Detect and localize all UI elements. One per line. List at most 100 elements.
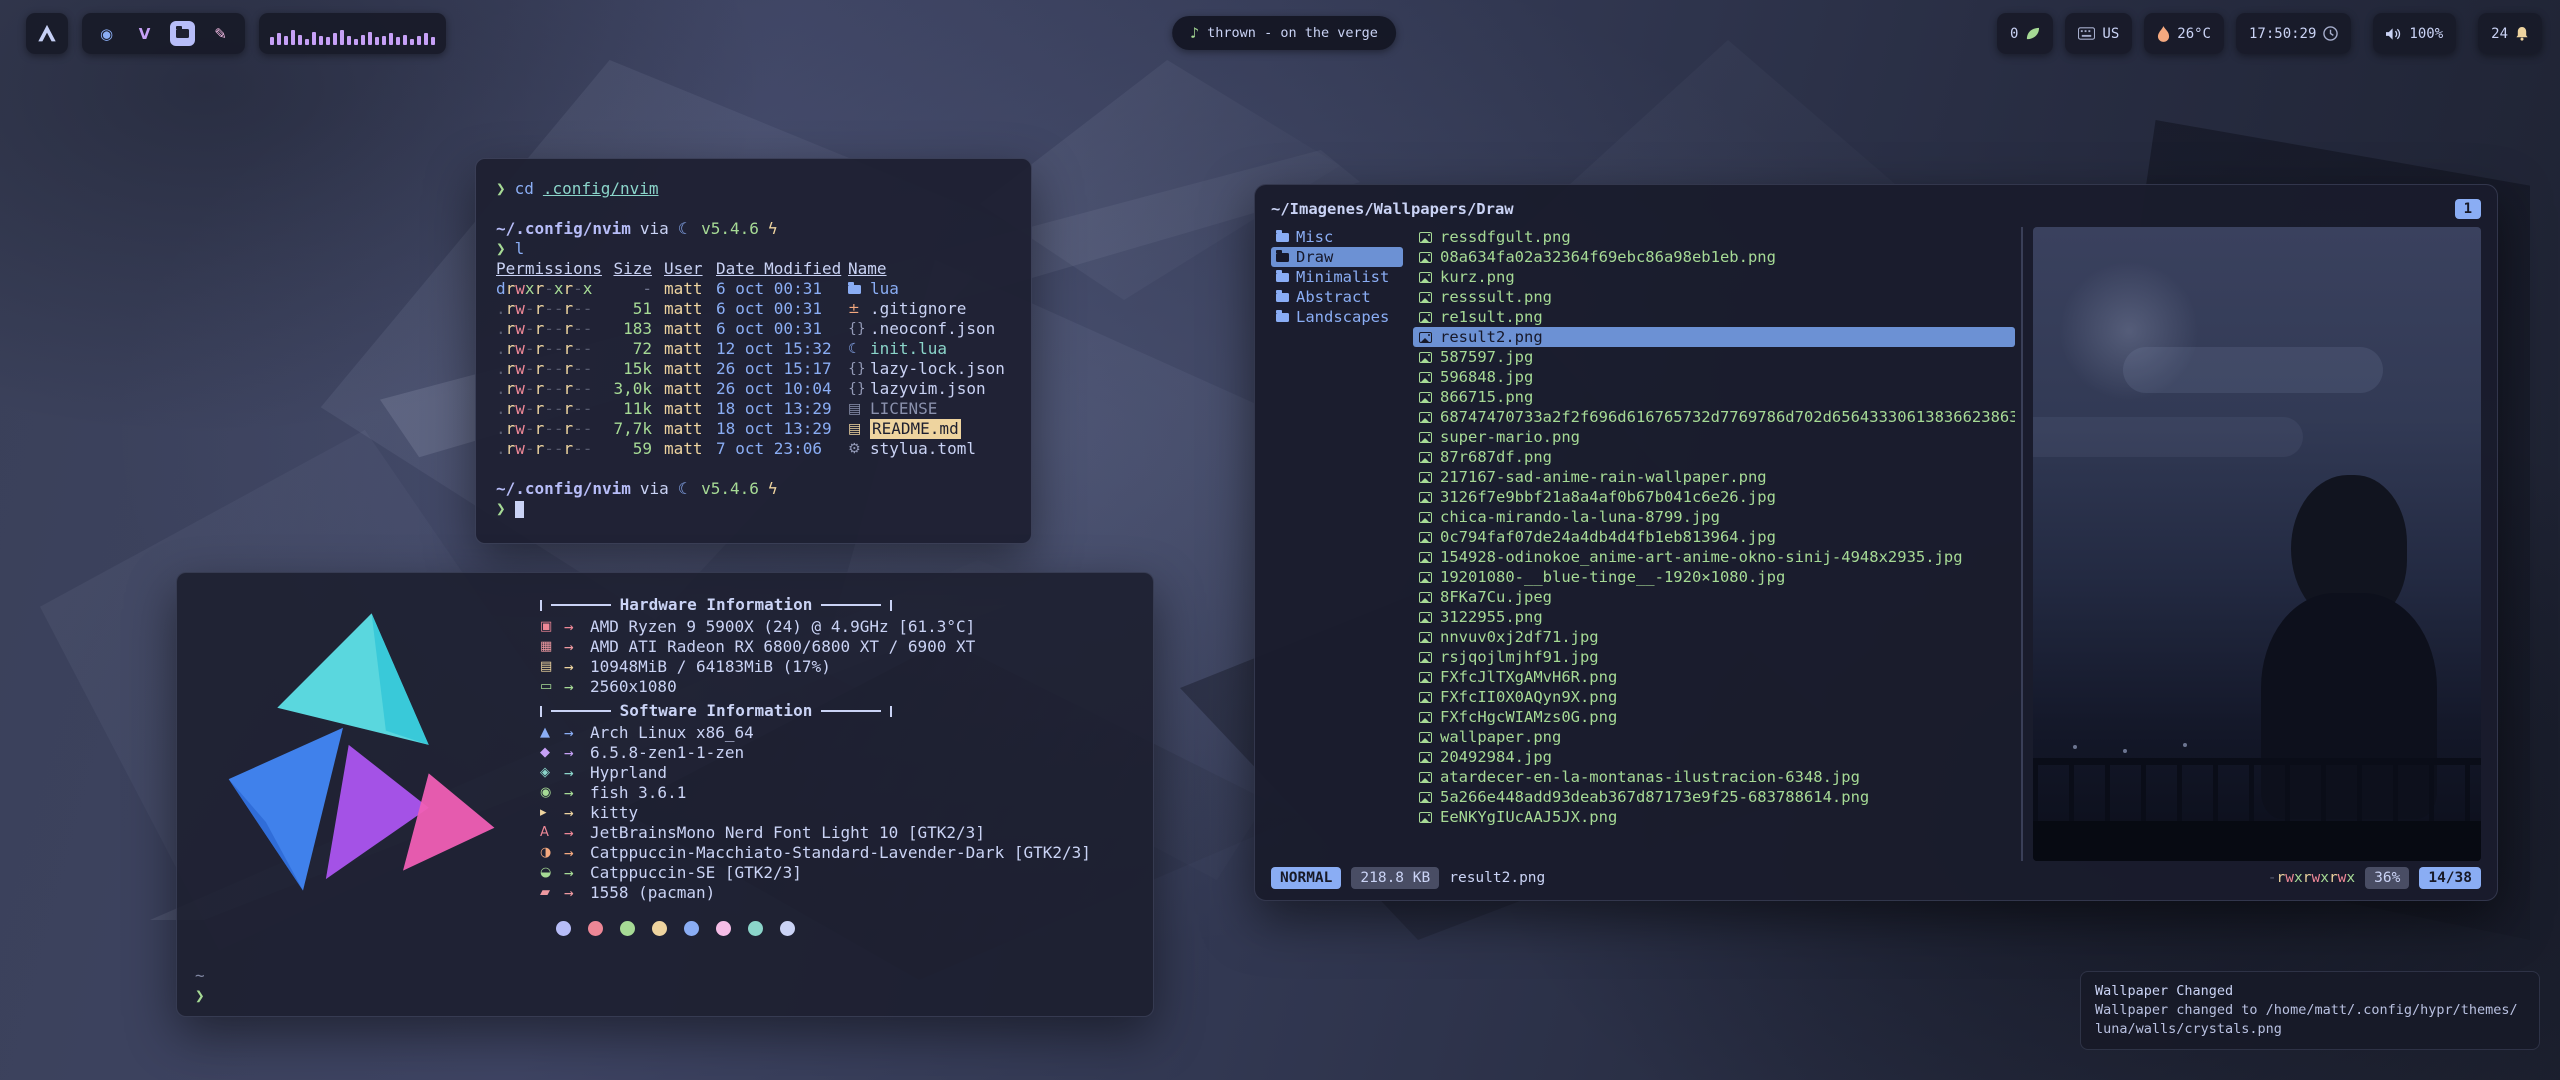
folder-icon bbox=[1276, 313, 1289, 322]
workspace-design[interactable]: ✎ bbox=[208, 21, 233, 46]
workspace-browser[interactable]: ◉ bbox=[94, 21, 119, 46]
image-icon bbox=[1419, 432, 1432, 443]
workspace-code[interactable]: V bbox=[132, 21, 157, 46]
file-item[interactable]: chica-mirando-la-luna-8799.jpg bbox=[1413, 507, 2015, 527]
os-value: Arch Linux x86_64 bbox=[590, 723, 754, 743]
file-name: README.md bbox=[870, 419, 961, 439]
file-item[interactable]: 3126f7e9bbf21a8a4af0b67b041c6e26.jpg bbox=[1413, 487, 2015, 507]
prompt-char: ❯ bbox=[496, 179, 506, 199]
file-item[interactable]: 587597.jpg bbox=[1413, 347, 2015, 367]
theme-value: Catppuccin-Macchiato-Standard-Lavender-D… bbox=[590, 843, 1091, 863]
doc-icon: ▤ bbox=[848, 419, 861, 439]
lua-moon-icon: ☾ bbox=[678, 479, 692, 499]
os-icon: ▲ bbox=[540, 723, 564, 743]
folder-icon bbox=[1276, 233, 1289, 242]
file-item[interactable]: 866715.png bbox=[1413, 387, 2015, 407]
git-icon: ± bbox=[848, 299, 860, 319]
file-manager-body: MiscDrawMinimalistAbstractLandscapes res… bbox=[1271, 227, 2481, 861]
file-item[interactable]: 68747470733a2f2f696d616765732d7769786d70… bbox=[1413, 407, 2015, 427]
workspace-files[interactable] bbox=[170, 21, 195, 46]
home-path: ~ bbox=[195, 966, 205, 986]
ls-file-row: .rw-r--r--51matt6 oct 00:31±.gitignore bbox=[496, 299, 1011, 319]
theme-info-row: ◑→Catppuccin-Macchiato-Standard-Lavender… bbox=[540, 843, 1100, 863]
file-manager-window[interactable]: ~/Imagenes/Wallpapers/Draw 1 MiscDrawMin… bbox=[1254, 184, 2498, 901]
file-item[interactable]: 3122955.png bbox=[1413, 607, 2015, 627]
temperature-module[interactable]: 26°C bbox=[2144, 13, 2224, 54]
folder-item-abstract[interactable]: Abstract bbox=[1271, 287, 1403, 307]
memory-info-row: ▤→10948MiB / 64183MiB (17%) bbox=[540, 657, 1100, 677]
notification-toast[interactable]: Wallpaper Changed Wallpaper changed to /… bbox=[2080, 971, 2540, 1050]
file-item[interactable]: FXfcII0X0AQyn9X.png bbox=[1413, 687, 2015, 707]
tab-badge[interactable]: 1 bbox=[2455, 199, 2481, 219]
folder-item-draw[interactable]: Draw bbox=[1271, 247, 1403, 267]
file-item[interactable]: 87r687df.png bbox=[1413, 447, 2015, 467]
command-argument: .config/nvim bbox=[543, 179, 659, 199]
clock-module[interactable]: 17:50:29 bbox=[2236, 13, 2351, 54]
cursor-position-badge: 14/38 bbox=[2419, 867, 2481, 889]
palette-dot bbox=[620, 921, 635, 936]
folder-item-landscapes[interactable]: Landscapes bbox=[1271, 307, 1403, 327]
crystal-logo bbox=[203, 607, 503, 937]
file-item[interactable]: kurz.png bbox=[1413, 267, 2015, 287]
image-icon bbox=[1419, 632, 1432, 643]
file-item[interactable]: 596848.jpg bbox=[1413, 367, 2015, 387]
file-item[interactable]: FXfcHgcWIAMzs0G.png bbox=[1413, 707, 2015, 727]
file-item[interactable]: resssult.png bbox=[1413, 287, 2015, 307]
image-icon bbox=[1419, 732, 1432, 743]
file-item[interactable]: 8FKa7Cu.jpeg bbox=[1413, 587, 2015, 607]
file-item[interactable]: re1sult.png bbox=[1413, 307, 2015, 327]
system-info-window[interactable]: Hardware Information ▣→AMD Ryzen 9 5900X… bbox=[176, 572, 1154, 1017]
kernel-info-row: ◆→6.5.8-zen1-1-zen bbox=[540, 743, 1100, 763]
visualizer-bar bbox=[354, 39, 358, 45]
starship-prompt: ~/.config/nvimvia☾v5.4.6ϟ bbox=[496, 479, 1011, 499]
mode-badge: NORMAL bbox=[1271, 867, 1341, 889]
icons-value: Catppuccin-SE [GTK2/3] bbox=[590, 863, 802, 883]
updates-module[interactable]: 0 bbox=[1997, 13, 2053, 54]
image-icon bbox=[1419, 692, 1432, 703]
file-item[interactable]: nnvuv0xj2df71.jpg bbox=[1413, 627, 2015, 647]
file-item[interactable]: 08a634fa02a32364f69ebc86a98eb1eb.png bbox=[1413, 247, 2015, 267]
preview-city-light bbox=[2073, 745, 2077, 749]
prompt-char: ❯ bbox=[195, 986, 205, 1006]
keyboard-layout-module[interactable]: US bbox=[2065, 13, 2132, 54]
file-item[interactable]: 19201080-__blue-tinge__-1920×1080.jpg bbox=[1413, 567, 2015, 587]
volume-module[interactable]: 100% bbox=[2373, 13, 2456, 54]
media-player-pill[interactable]: ♪ thrown - on the verge bbox=[1172, 16, 1396, 50]
wm-icon: ◈ bbox=[540, 763, 564, 783]
font-info-row: A→JetBrainsMono Nerd Font Light 10 [GTK2… bbox=[540, 823, 1100, 843]
file-item[interactable]: 154928-odinokoe_anime-art-anime-okno-sin… bbox=[1413, 547, 2015, 567]
file-item[interactable]: ressdfgult.png bbox=[1413, 227, 2015, 247]
folder-item-misc[interactable]: Misc bbox=[1271, 227, 1403, 247]
file-item[interactable]: 0c794faf07de24a4db4d4fb1eb813964.jpg bbox=[1413, 527, 2015, 547]
file-item[interactable]: 20492984.jpg bbox=[1413, 747, 2015, 767]
file-item[interactable]: atardecer-en-la-montanas-ilustracion-634… bbox=[1413, 767, 2015, 787]
file-item[interactable]: wallpaper.png bbox=[1413, 727, 2015, 747]
palette-dot bbox=[652, 921, 667, 936]
file-name: lazyvim.json bbox=[870, 379, 986, 399]
file-item[interactable]: 217167-sad-anime-rain-wallpaper.png bbox=[1413, 467, 2015, 487]
current-prompt[interactable]: ❯ bbox=[496, 499, 1011, 519]
fetch-shell-prompt[interactable]: ~ ❯ bbox=[195, 966, 205, 1006]
file-item[interactable]: rsjqojlmjhf91.jpg bbox=[1413, 647, 2015, 667]
palette-dot bbox=[588, 921, 603, 936]
resolution-icon: ▭ bbox=[540, 677, 564, 697]
file-item[interactable]: super-mario.png bbox=[1413, 427, 2015, 447]
notifications-module[interactable]: 24 bbox=[2478, 13, 2542, 54]
file-item[interactable]: EeNKYgIUcAAJ5JX.png bbox=[1413, 807, 2015, 827]
image-icon bbox=[1419, 792, 1432, 803]
resolution-value: 2560x1080 bbox=[590, 677, 677, 697]
image-icon bbox=[1419, 312, 1432, 323]
terminal-window[interactable]: ❯cd.config/nvim ~/.config/nvimvia☾v5.4.6… bbox=[475, 158, 1032, 544]
status-bar: NORMAL 218.8 KB result2.png -rwxrwxrwx 3… bbox=[1271, 866, 2481, 890]
folder-item-minimalist[interactable]: Minimalist bbox=[1271, 267, 1403, 287]
file-item[interactable]: FXfcJlTXgAMvH6R.png bbox=[1413, 667, 2015, 687]
file-name: LICENSE bbox=[870, 399, 937, 419]
image-icon bbox=[1419, 652, 1432, 663]
file-item[interactable]: 5a266e448add93deab367d87173e9f25-6837886… bbox=[1413, 787, 2015, 807]
visualizer-bar bbox=[417, 36, 421, 45]
json-icon: {} bbox=[848, 379, 866, 399]
launcher-button[interactable] bbox=[26, 13, 68, 54]
image-icon bbox=[1419, 612, 1432, 623]
file-item[interactable]: result2.png bbox=[1413, 327, 2015, 347]
palette-dot bbox=[556, 921, 571, 936]
